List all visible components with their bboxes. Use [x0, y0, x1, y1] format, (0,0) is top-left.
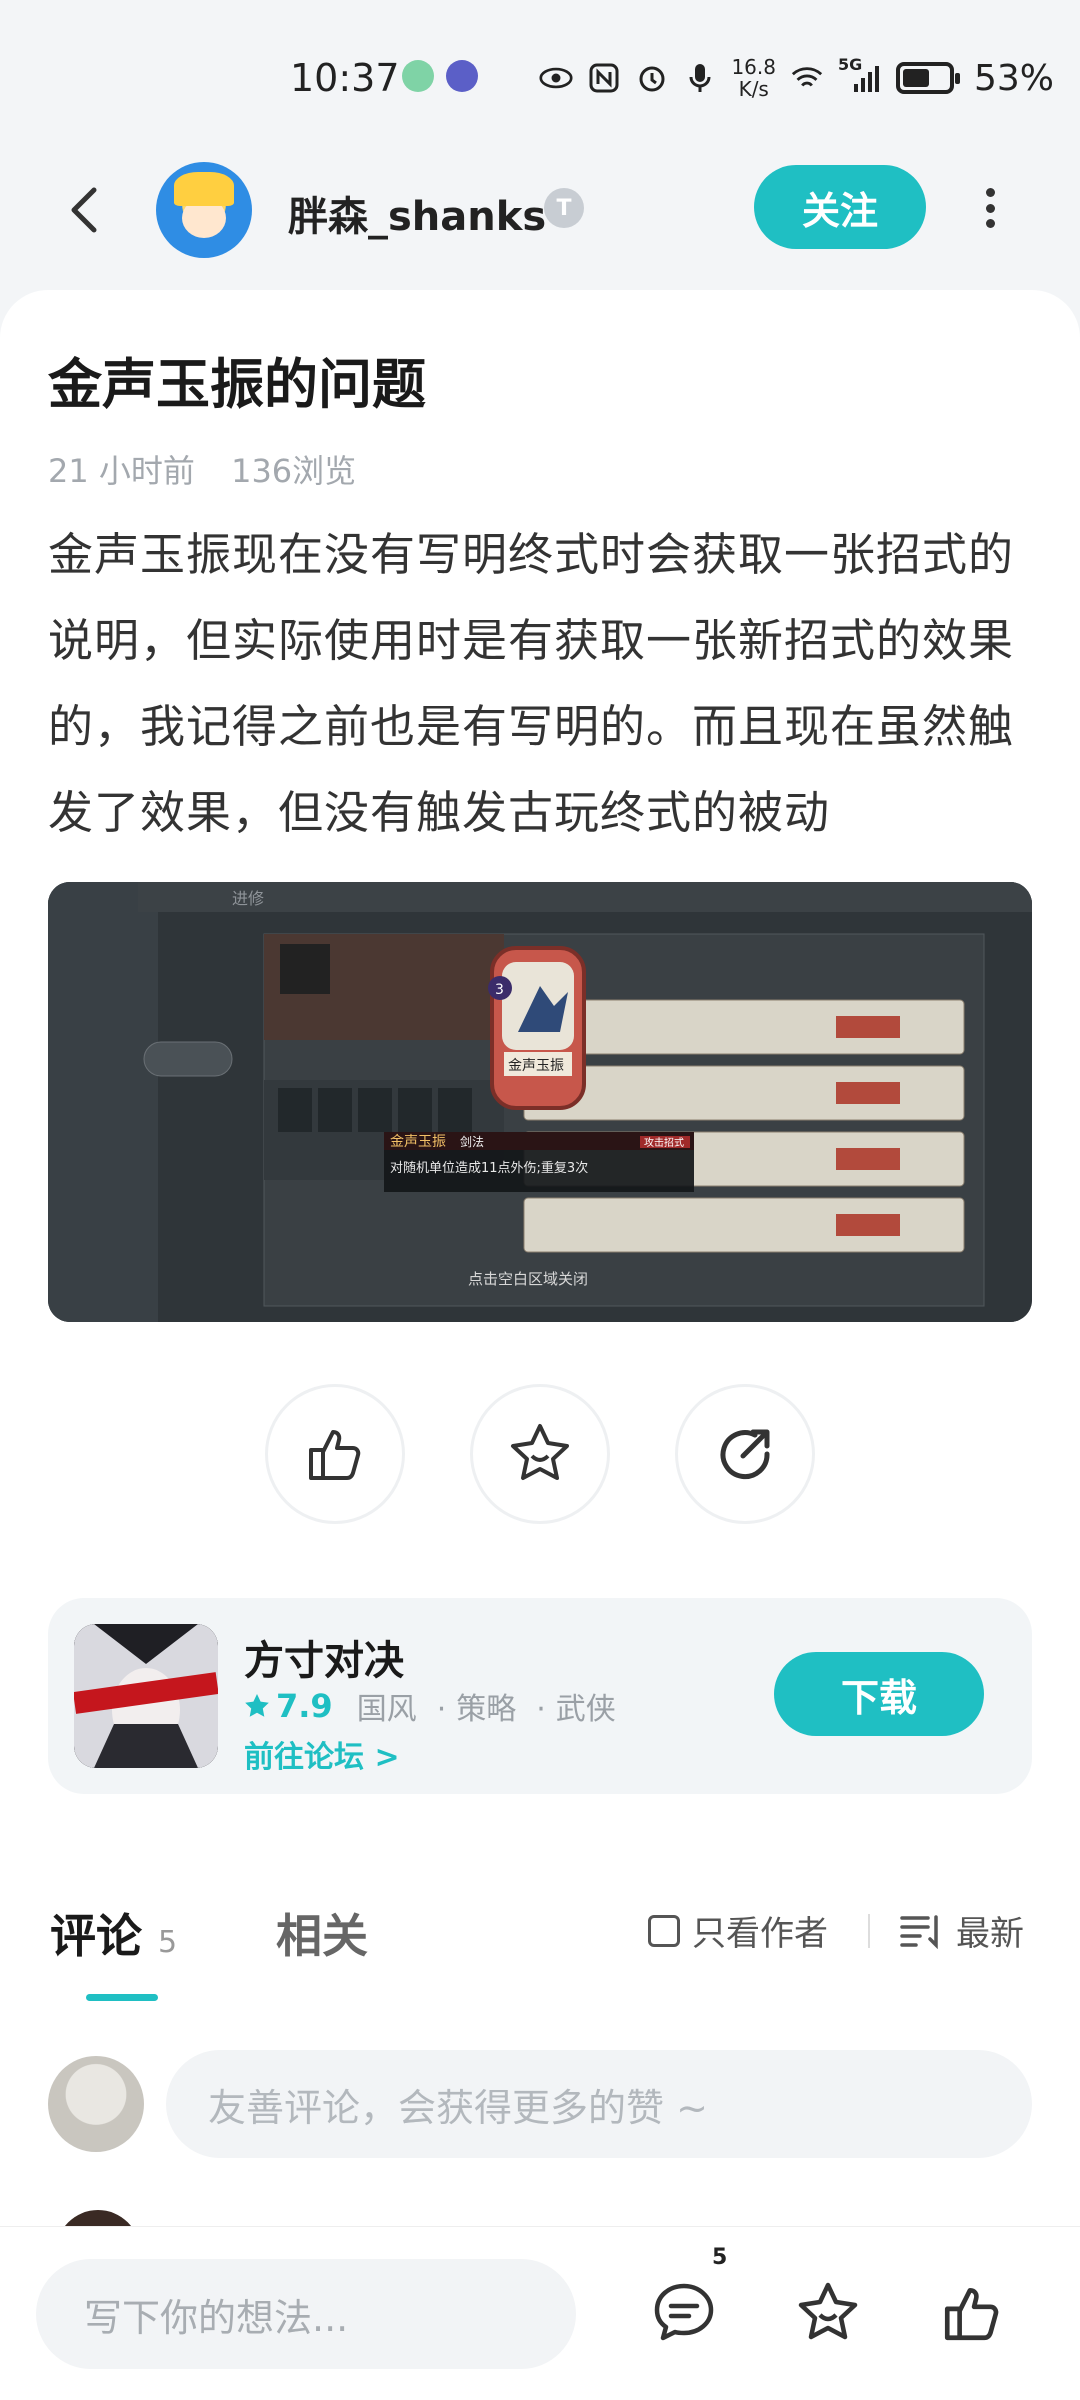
status-bar: 10:37 16.8 K/s 5G 53%: [0, 0, 1080, 150]
author-avatar[interactable]: [156, 162, 252, 258]
star-icon: [798, 2282, 858, 2340]
game-app-icon[interactable]: [74, 1624, 218, 1768]
comment-icon: [654, 2283, 714, 2341]
like-bottom-button[interactable]: [930, 2271, 1014, 2355]
sort-button[interactable]: 最新: [900, 1906, 1024, 1955]
notification-icons: [402, 60, 478, 92]
star-icon: [511, 1424, 569, 1480]
tieba-notification-icon: [446, 60, 478, 92]
game-meta: 7.9 国风 · 策略 · 武侠: [244, 1684, 626, 1728]
tab-related[interactable]: 相关: [276, 1900, 368, 1966]
post-views: 136浏览: [231, 452, 357, 490]
post-meta: 21 小时前 136浏览: [48, 446, 356, 492]
share-icon: [720, 1429, 770, 1480]
game-rating: 7.9: [244, 1687, 333, 1725]
bottom-bar: 写下你的想法... 5: [0, 2226, 1080, 2400]
current-user-avatar: [48, 2056, 144, 2152]
game-name[interactable]: 方寸对决: [244, 1628, 404, 1686]
star-filled-icon: [245, 1694, 269, 1717]
signal-icon: 5G: [838, 55, 882, 95]
more-dot-icon: [985, 203, 995, 213]
thumbs-up-icon: [944, 2287, 999, 2341]
network-speed: 16.8 K/s: [731, 55, 776, 101]
game-tags: 国风 · 策略 · 武侠: [356, 1692, 616, 1727]
app-notification-icon: [402, 60, 434, 92]
checkbox-icon: [648, 1914, 680, 1947]
post-screenshot-image[interactable]: 进修 3 金声玉振 金声玉振 剑法 攻击招式 对随机单位造成11点外伤;重复3次…: [48, 882, 1032, 1322]
popup-type: 攻击招式: [644, 1136, 684, 1149]
comment-input[interactable]: 友善评论，会获得更多的赞 ~: [166, 2050, 1032, 2158]
share-button[interactable]: [675, 1384, 815, 1524]
popup-title: 金声玉振: [390, 1134, 446, 1150]
back-button[interactable]: [56, 180, 116, 240]
microphone-icon: [683, 61, 717, 95]
follow-button[interactable]: 关注: [754, 165, 926, 249]
post-time: 21 小时前: [48, 452, 195, 490]
download-button[interactable]: 下载: [774, 1652, 984, 1736]
game-card[interactable]: 方寸对决 7.9 国风 · 策略 · 武侠 前往论坛 > 下载: [48, 1598, 1032, 1794]
favorite-bottom-button[interactable]: [786, 2271, 870, 2355]
reply-input[interactable]: 写下你的想法...: [36, 2259, 576, 2369]
comment-count: 5: [158, 1925, 178, 1960]
only-author-toggle[interactable]: 只看作者: [648, 1906, 828, 1955]
author-name[interactable]: 胖森_shanks: [288, 184, 546, 242]
comment-count-badge: 5: [712, 2245, 728, 2270]
go-to-forum-link[interactable]: 前往论坛 >: [244, 1732, 400, 1776]
more-dot-icon: [985, 188, 995, 197]
more-options-button[interactable]: [972, 178, 1008, 238]
battery-percent: 53%: [973, 57, 1054, 99]
post-body: 金声玉振现在没有写明终式时会获取一张招式的说明，但实际使用时是有获取一张新招式的…: [48, 528, 1015, 839]
game-screenshot: 进修 3 金声玉振 金声玉振 剑法 攻击招式 对随机单位造成11点外伤;重复3次…: [48, 882, 1032, 1322]
chevron-left-icon: [71, 187, 97, 233]
status-time: 10:37: [290, 56, 400, 100]
popup-tag: 剑法: [460, 1134, 484, 1149]
comment-button[interactable]: [642, 2271, 726, 2355]
post-header: 胖森_shanks T 关注: [0, 150, 1080, 290]
eye-icon: [539, 61, 574, 95]
comments-section: 评论 5 相关 只看作者 最新 友善评论，会获得更多的赞 ~: [0, 1860, 1080, 2294]
post-card: 金声玉振的问题 21 小时前 136浏览 金声玉振现在没有写明终式时会获取一张招…: [0, 290, 1080, 1860]
card-name: 金声玉振: [508, 1058, 564, 1074]
like-button[interactable]: [265, 1384, 405, 1524]
wifi-icon: [790, 61, 824, 95]
level-badge: T: [544, 188, 584, 228]
post-title: 金声玉振的问题: [48, 353, 426, 416]
card-cost: 3: [495, 982, 504, 998]
tab-comments[interactable]: 评论 5: [50, 1900, 177, 1966]
sort-icon: [900, 1914, 938, 1949]
alarm-icon: [635, 61, 669, 95]
thumbs-up-icon: [309, 1430, 361, 1480]
nfc-icon: [587, 61, 621, 95]
image-tab-label: 进修: [232, 889, 264, 908]
status-icons: 16.8 K/s 5G 53%: [539, 55, 1054, 101]
close-hint: 点击空白区域关闭: [468, 1270, 588, 1288]
battery-icon: [895, 62, 960, 94]
divider: [868, 1914, 870, 1948]
more-dot-icon: [985, 219, 995, 228]
popup-text: 对随机单位造成11点外伤;重复3次: [390, 1160, 588, 1176]
active-tab-indicator: [86, 1994, 158, 2001]
favorite-button[interactable]: [470, 1384, 610, 1524]
post-actions: [0, 1384, 1080, 1524]
